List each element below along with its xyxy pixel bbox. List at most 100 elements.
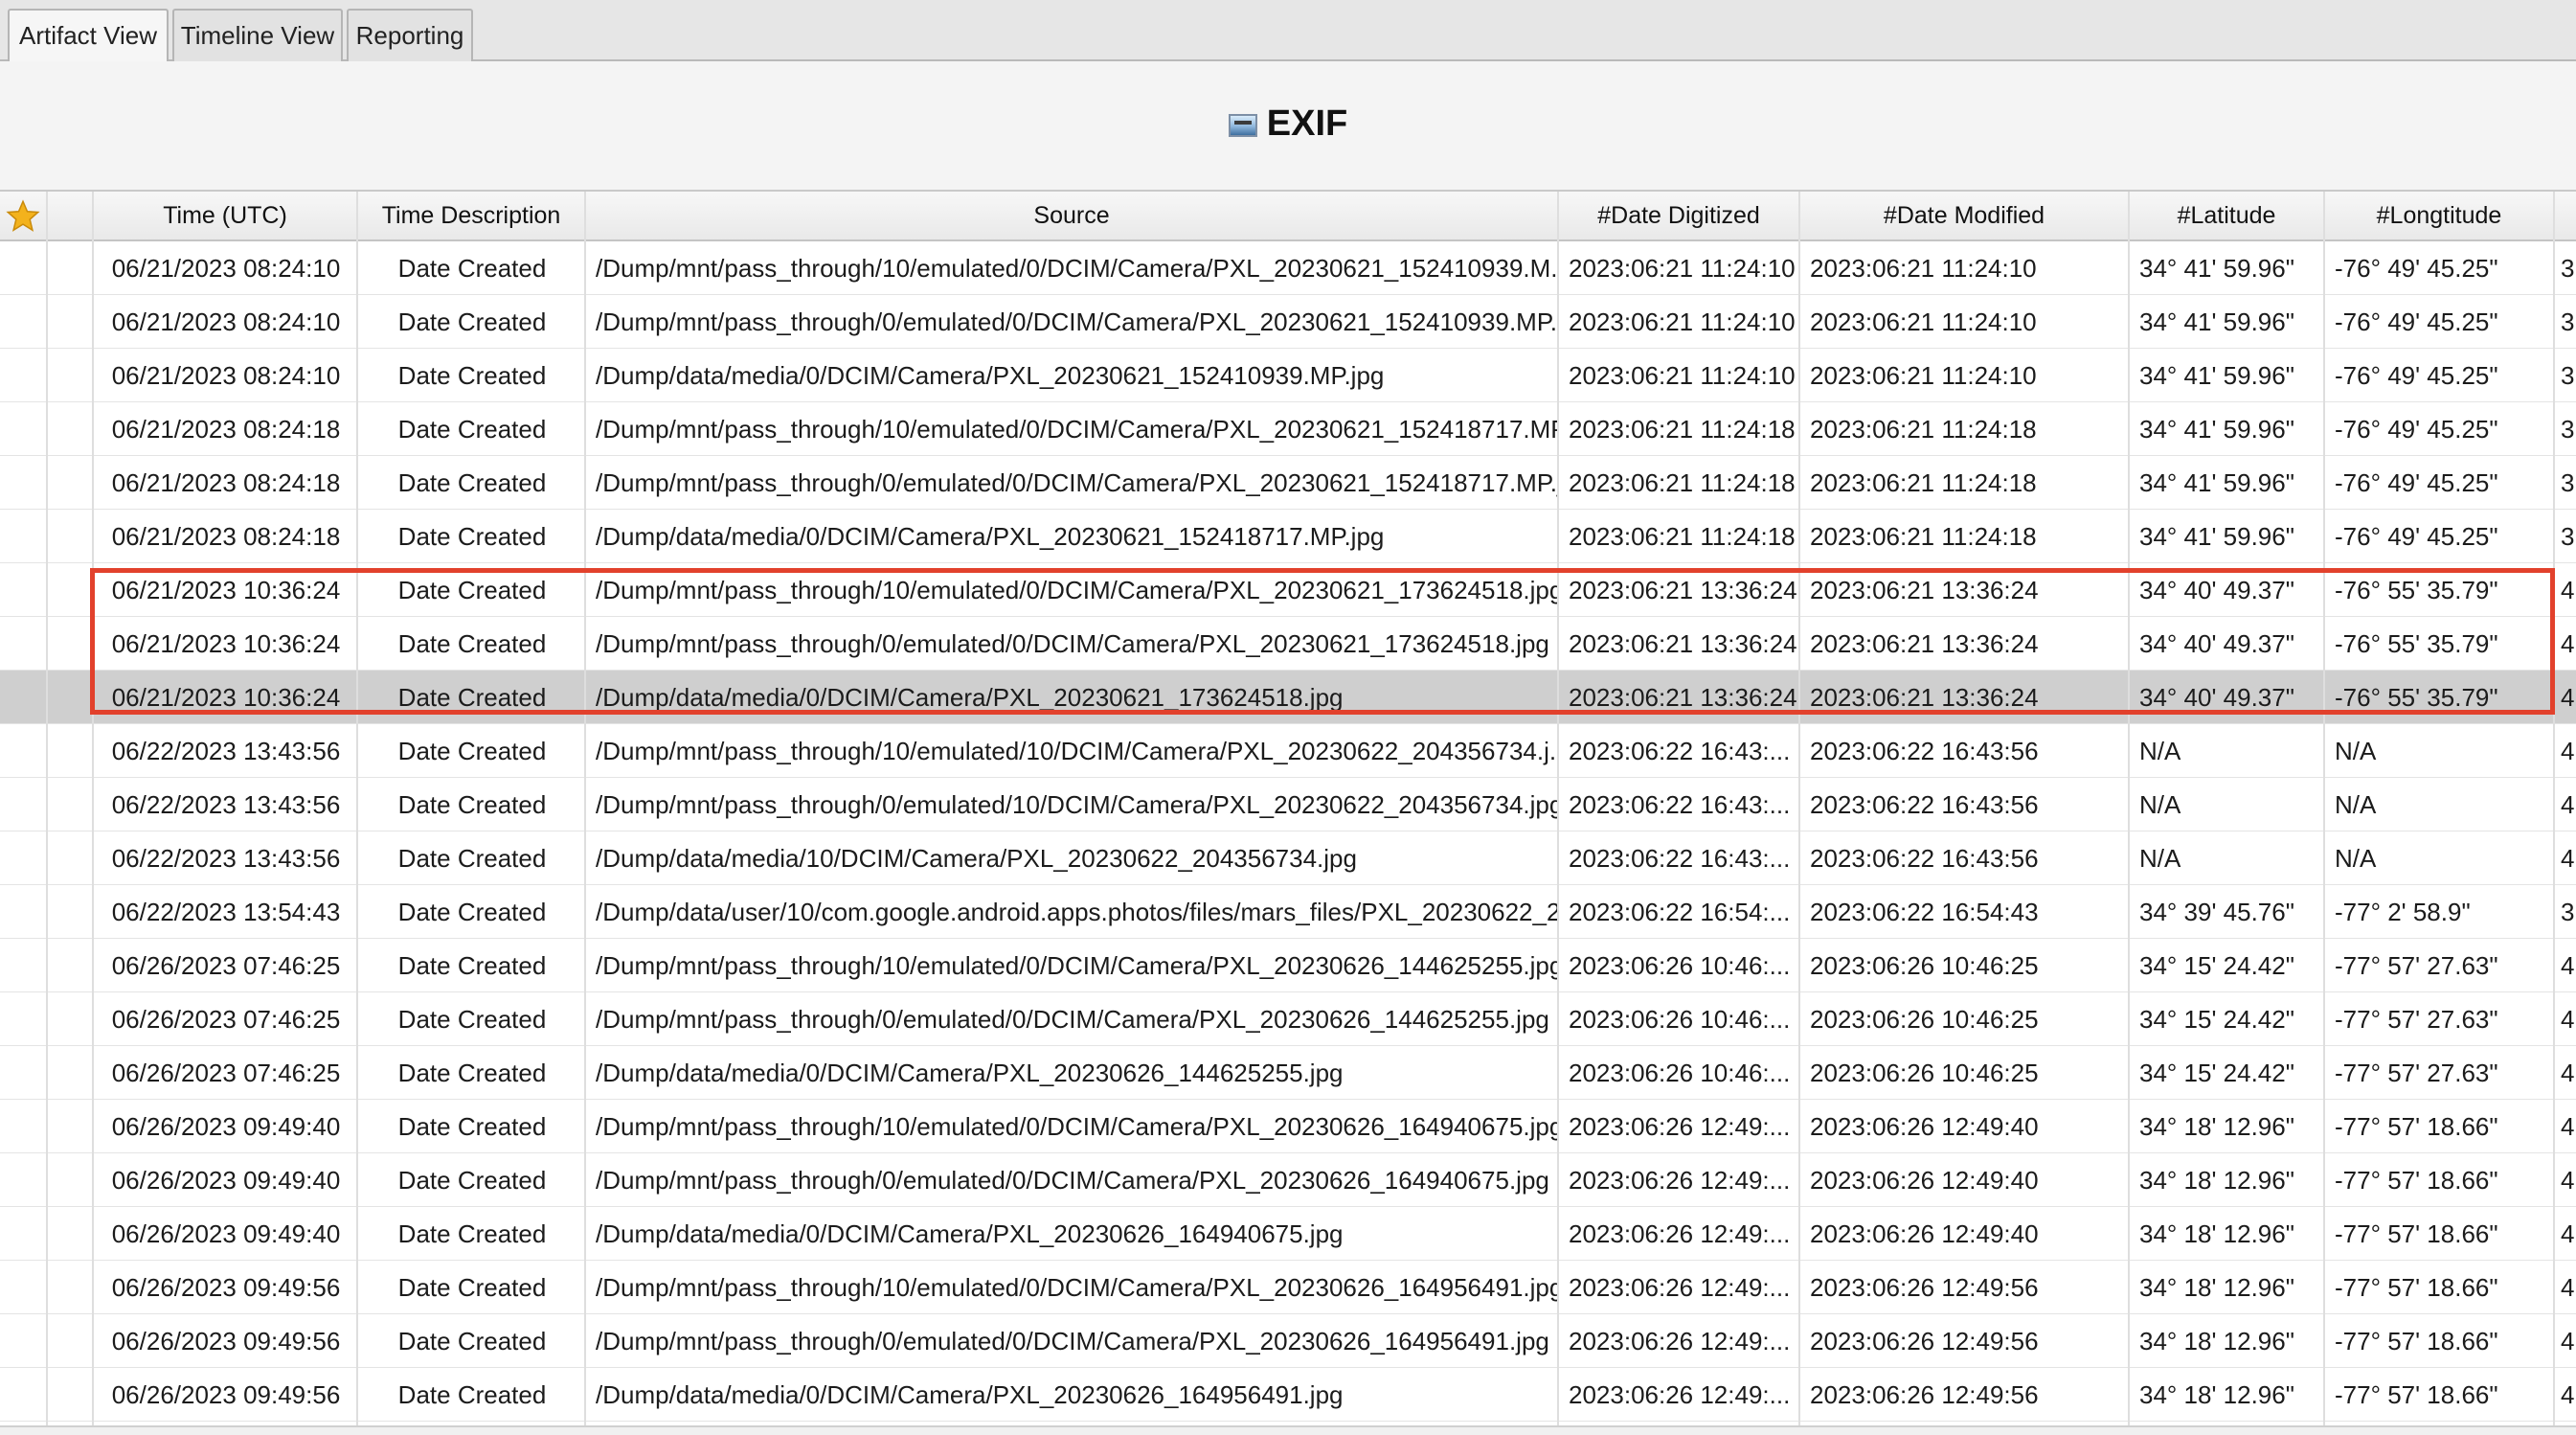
cell-time-description: Date Created	[397, 629, 547, 658]
cell-date-modified: 2023:06:26 12:49:56	[1810, 1273, 2039, 1302]
cell-longitude: -77° 57' 27.63"	[2335, 1005, 2498, 1034]
table-row[interactable]: 06/21/2023 10:36:24 Date Created/Dump/mnt…	[0, 563, 2576, 617]
tab-artifact-view[interactable]: Artifact View	[8, 9, 169, 63]
cell-time-description: Date Created	[397, 1273, 547, 1302]
cell-extra: 4	[2561, 629, 2575, 658]
cell-extra: 4	[2561, 576, 2575, 604]
cell-latitude: 34° 41' 59.96"	[2139, 522, 2294, 551]
header-menu[interactable]	[48, 192, 94, 239]
cell-extra: 4	[2561, 1219, 2575, 1248]
table-row[interactable]: 06/21/2023 08:24:18 Date Created/Dump/mnt…	[0, 402, 2576, 456]
cell-date-modified: 2023:06:22 16:54:43	[1810, 898, 2039, 926]
cell-date-digitized: 2023:06:22 16:43:...	[1569, 844, 1791, 873]
cell-extra: 3	[2561, 522, 2575, 551]
table-row[interactable]: 06/22/2023 13:54:43 Date Created/Dump/dat…	[0, 885, 2576, 939]
cell-source: /Dump/mnt/pass_through/10/emulated/0/DCI…	[596, 1273, 1559, 1302]
cell-extra: 4	[2561, 683, 2575, 712]
table-row[interactable]: 06/26/2023 07:46:25 Date Created/Dump/dat…	[0, 1046, 2576, 1100]
cell-extra: 3	[2561, 361, 2575, 390]
cell-longitude: -76° 49' 45.25"	[2335, 254, 2498, 283]
cell-date-modified: 2023:06:26 10:46:25	[1810, 1059, 2039, 1087]
cell-source: /Dump/mnt/pass_through/10/emulated/0/DCI…	[596, 415, 1559, 444]
cell-time: 06/26/2023 09:49:40	[111, 1166, 341, 1195]
cell-date-digitized: 2023:06:21 11:24:18	[1569, 522, 1796, 551]
header-extra[interactable]	[2555, 192, 2576, 239]
header-time-utc[interactable]: Time (UTC)	[94, 192, 358, 239]
table-row[interactable]: 06/26/2023 09:49:56 Date Created/Dump/mnt…	[0, 1314, 2576, 1368]
cell-source: /Dump/mnt/pass_through/10/emulated/10/DC…	[596, 737, 1559, 765]
cell-date-digitized: 2023:06:26 12:49:...	[1569, 1380, 1791, 1409]
cell-date-digitized: 2023:06:21 13:36:24	[1569, 629, 1797, 658]
column-divider	[1557, 192, 1559, 1435]
tab-reporting[interactable]: Reporting	[347, 9, 473, 61]
cell-longitude: -77° 57' 18.66"	[2335, 1219, 2498, 1248]
cell-extra: 3	[2561, 308, 2575, 336]
cell-date-digitized: 2023:06:26 12:49:...	[1569, 1112, 1791, 1141]
table-row[interactable]: 06/21/2023 08:24:18 Date Created/Dump/dat…	[0, 510, 2576, 563]
cell-time-description: Date Created	[397, 1219, 547, 1248]
cell-latitude: 34° 18' 12.96"	[2139, 1219, 2294, 1248]
table-row[interactable]: 06/22/2023 13:43:56 Date Created/Dump/mnt…	[0, 724, 2576, 778]
column-divider	[46, 192, 48, 1435]
cell-time-description: Date Created	[397, 468, 547, 497]
cell-latitude: 34° 41' 59.96"	[2139, 361, 2294, 390]
cell-source: /Dump/mnt/pass_through/0/emulated/0/DCIM…	[596, 468, 1559, 497]
cell-time: 06/26/2023 07:46:25	[111, 1059, 341, 1087]
cell-extra: 4	[2561, 1273, 2575, 1302]
header-source[interactable]: Source	[586, 192, 1559, 239]
table-row[interactable]: 06/21/2023 10:36:24 Date Created/Dump/mnt…	[0, 617, 2576, 671]
column-divider	[584, 192, 586, 1435]
cell-time-description: Date Created	[397, 683, 547, 712]
cell-longitude: -76° 55' 35.79"	[2335, 576, 2498, 604]
tab-bar: Artifact View Timeline View Reporting	[0, 0, 2576, 63]
table-row[interactable]: 06/26/2023 07:46:25 Date Created/Dump/mnt…	[0, 992, 2576, 1046]
table-row[interactable]: 06/22/2023 13:43:56 Date Created/Dump/mnt…	[0, 778, 2576, 831]
table-row[interactable]: 06/21/2023 10:36:24 Date Created/Dump/dat…	[0, 671, 2576, 724]
cell-date-modified: 2023:06:21 11:24:10	[1810, 254, 2037, 283]
cell-time-description: Date Created	[397, 1005, 547, 1034]
cell-longitude: -76° 49' 45.25"	[2335, 361, 2498, 390]
cell-source: /Dump/data/media/10/DCIM/Camera/PXL_2023…	[596, 844, 1357, 873]
cell-source: /Dump/mnt/pass_through/0/emulated/10/DCI…	[596, 790, 1559, 819]
cell-date-digitized: 2023:06:21 11:24:18	[1569, 415, 1796, 444]
header-date-modified[interactable]: #Date Modified	[1800, 192, 2130, 239]
header-latitude[interactable]: #Latitude	[2130, 192, 2325, 239]
header-star[interactable]	[0, 192, 48, 239]
page-title: EXIF	[0, 103, 2576, 145]
cell-source: /Dump/mnt/pass_through/10/emulated/0/DCI…	[596, 254, 1559, 283]
header-longitude[interactable]: #Longtitude	[2325, 192, 2555, 239]
cell-extra: 4	[2561, 790, 2575, 819]
column-divider	[2553, 192, 2555, 1435]
cell-longitude: N/A	[2335, 790, 2377, 819]
cell-time-description: Date Created	[397, 790, 547, 819]
table-row[interactable]: 06/26/2023 07:46:25 Date Created/Dump/mnt…	[0, 939, 2576, 992]
cell-latitude: 34° 41' 59.96"	[2139, 415, 2294, 444]
table-row[interactable]: 06/21/2023 08:24:18 Date Created/Dump/mnt…	[0, 456, 2576, 510]
table-row[interactable]: 06/26/2023 09:49:40 Date Created/Dump/mnt…	[0, 1153, 2576, 1207]
cell-source: /Dump/data/user/10/com.google.android.ap…	[596, 898, 1559, 926]
table-row[interactable]: 06/26/2023 09:49:40 Date Created/Dump/mnt…	[0, 1100, 2576, 1153]
table-row[interactable]: 06/26/2023 09:49:56 Date Created/Dump/mnt…	[0, 1261, 2576, 1314]
tab-timeline-view[interactable]: Timeline View	[172, 9, 343, 61]
table-row[interactable]: 06/21/2023 08:24:10 Date Created/Dump/dat…	[0, 349, 2576, 402]
cell-extra: 4	[2561, 737, 2575, 765]
table-row[interactable]: 06/21/2023 08:24:10 Date Created/Dump/mnt…	[0, 241, 2576, 295]
table-row[interactable]: 06/26/2023 09:49:40 Date Created/Dump/dat…	[0, 1207, 2576, 1261]
header-time-description[interactable]: Time Description	[358, 192, 586, 239]
header-date-digitized[interactable]: #Date Digitized	[1559, 192, 1800, 239]
table-row[interactable]: 06/22/2023 13:43:56 Date Created/Dump/dat…	[0, 831, 2576, 885]
cell-longitude: N/A	[2335, 844, 2377, 873]
cell-latitude: 34° 18' 12.96"	[2139, 1166, 2294, 1195]
cell-date-digitized: 2023:06:26 12:49:...	[1569, 1219, 1791, 1248]
cell-extra: 4	[2561, 1112, 2575, 1141]
cell-longitude: -77° 57' 27.63"	[2335, 1059, 2498, 1087]
cell-latitude: 34° 40' 49.37"	[2139, 576, 2294, 604]
cell-longitude: -77° 57' 27.63"	[2335, 951, 2498, 980]
cell-latitude: 34° 41' 59.96"	[2139, 308, 2294, 336]
cell-date-digitized: 2023:06:21 13:36:24	[1569, 576, 1797, 604]
table-row[interactable]: 06/21/2023 08:24:10 Date Created/Dump/mnt…	[0, 295, 2576, 349]
cell-time: 06/21/2023 10:36:24	[111, 576, 341, 604]
cell-latitude: 34° 41' 59.96"	[2139, 468, 2294, 497]
table-row[interactable]: 06/26/2023 09:49:56 Date Created/Dump/dat…	[0, 1368, 2576, 1422]
cell-longitude: -76° 49' 45.25"	[2335, 468, 2498, 497]
